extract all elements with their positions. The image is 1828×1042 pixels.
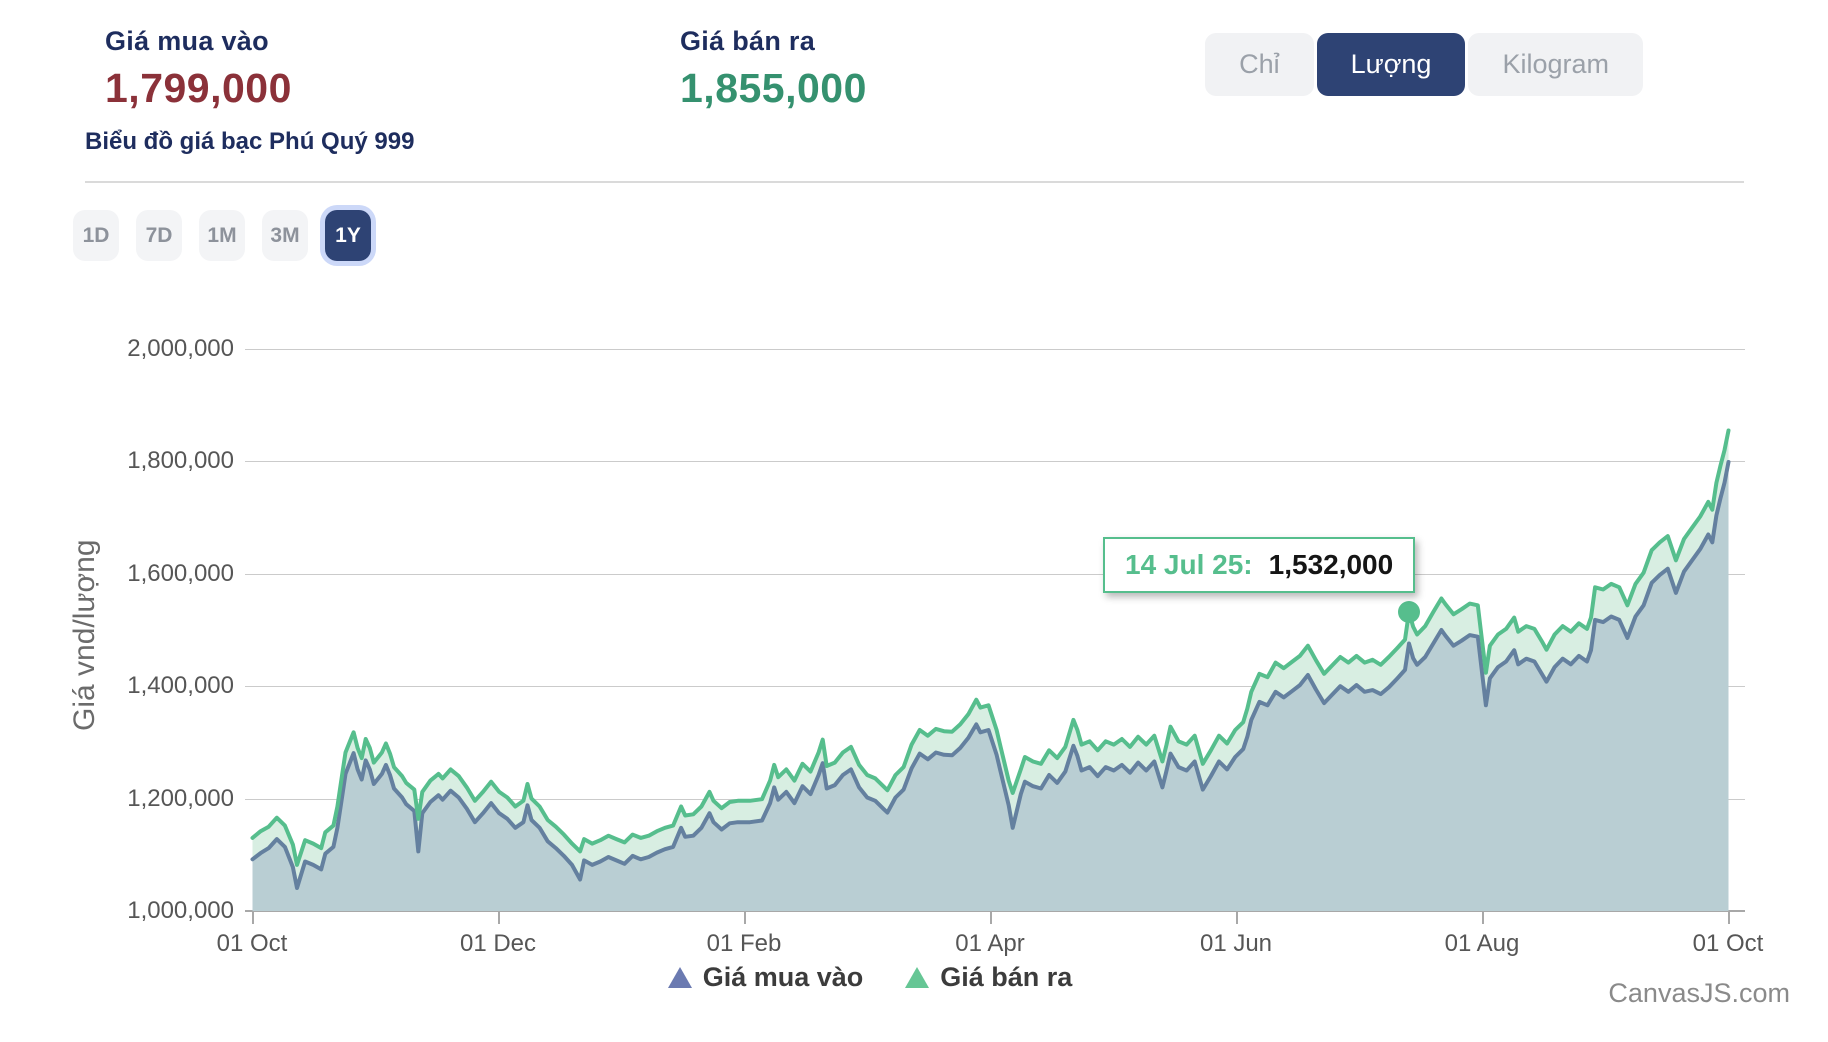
watermark-canvasjs: CanvasJS.com	[1608, 978, 1790, 1009]
x-axis-label: 01 Oct	[1658, 930, 1798, 958]
unit-toggle-kilogram[interactable]: Kilogram	[1468, 33, 1643, 96]
legend-item-buy[interactable]: Giá mua vào	[668, 962, 864, 993]
divider	[85, 181, 1744, 183]
buy-price-block: Giá mua vào 1,799,000	[105, 26, 292, 112]
x-axis-label: 01 Oct	[182, 930, 322, 958]
silver-price-widget: Giá mua vào 1,799,000 Giá bán ra 1,855,0…	[0, 0, 1828, 1042]
legend-label-buy: Giá mua vào	[703, 962, 864, 993]
tooltip: 14 Jul 25: 1,532,000	[1103, 537, 1415, 593]
x-axis-label: 01 Dec	[428, 930, 568, 958]
range-toolbar: 1D 7D 1M 3M 1Y	[73, 210, 371, 261]
chart-svg[interactable]	[252, 349, 1729, 911]
x-axis-labels: 01 Oct01 Dec01 Feb01 Apr01 Jun01 Aug01 O…	[252, 930, 1729, 964]
x-axis-label: 01 Feb	[674, 930, 814, 958]
y-axis-labels: 2,000,0001,800,0001,600,0001,400,0001,20…	[40, 349, 234, 911]
buy-triangle-icon	[668, 967, 692, 988]
x-axis-label: 01 Aug	[1412, 930, 1552, 958]
chart-subtitle: Biểu đồ giá bạc Phú Quý 999	[85, 128, 414, 156]
unit-toggle-luong[interactable]: Lượng	[1317, 33, 1466, 96]
buy-area	[253, 462, 1729, 911]
y-axis-label: 1,200,000	[40, 785, 234, 813]
x-axis-tick	[1728, 912, 1730, 924]
y-axis-label: 1,000,000	[40, 897, 234, 925]
unit-toggle: ChỉLượngKilogram	[1205, 33, 1643, 96]
buy-price-label: Giá mua vào	[105, 26, 292, 57]
y-axis-label: 1,800,000	[40, 447, 234, 475]
tooltip-date: 14 Jul 25:	[1125, 549, 1253, 581]
legend-item-sell[interactable]: Giá bán ra	[905, 962, 1072, 993]
x-axis-tick	[990, 912, 992, 924]
x-axis-tick	[1482, 912, 1484, 924]
marker-dot	[1398, 601, 1420, 623]
legend-label-sell: Giá bán ra	[940, 962, 1072, 993]
sell-price-block: Giá bán ra 1,855,000	[680, 26, 867, 112]
x-axis-tick	[744, 912, 746, 924]
x-axis-tick	[498, 912, 500, 924]
y-axis-label: 2,000,000	[40, 335, 234, 363]
range-button-1d[interactable]: 1D	[73, 210, 119, 261]
sell-price-value: 1,855,000	[680, 65, 867, 112]
y-axis-label: 1,400,000	[40, 672, 234, 700]
x-axis-tick	[252, 912, 254, 924]
buy-price-value: 1,799,000	[105, 65, 292, 112]
range-button-1m[interactable]: 1M	[199, 210, 245, 261]
sell-price-label: Giá bán ra	[680, 26, 867, 57]
x-axis-label: 01 Jun	[1166, 930, 1306, 958]
legend: Giá mua vào Giá bán ra	[0, 962, 1740, 993]
range-button-1y[interactable]: 1Y	[325, 210, 371, 261]
x-axis-ticks	[252, 912, 1729, 925]
x-axis-label: 01 Apr	[920, 930, 1060, 958]
unit-toggle-chi[interactable]: Chỉ	[1205, 33, 1314, 96]
tooltip-value: 1,532,000	[1269, 549, 1394, 581]
sell-triangle-icon	[905, 967, 929, 988]
range-button-7d[interactable]: 7D	[136, 210, 182, 261]
x-axis-tick	[1236, 912, 1238, 924]
range-button-3m[interactable]: 3M	[262, 210, 308, 261]
y-axis-label: 1,600,000	[40, 560, 234, 588]
